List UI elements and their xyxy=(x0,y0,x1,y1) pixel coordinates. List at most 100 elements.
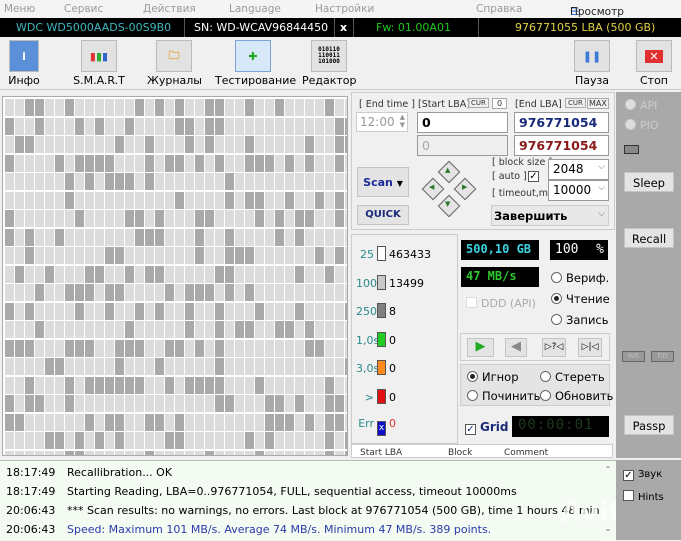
chevron-down-icon: ⌵ xyxy=(598,183,605,193)
scan-block xyxy=(325,302,334,320)
scan-block xyxy=(185,247,194,264)
legend-count: 8 xyxy=(389,305,396,318)
scan-block xyxy=(135,154,144,172)
drive-serial: SN: WD-WCAV96844450 xyxy=(194,21,329,34)
ignore-radio[interactable]: Игнор xyxy=(467,370,519,384)
scan-block xyxy=(195,210,204,227)
play-forward-button[interactable]: ▶ xyxy=(467,338,494,357)
sleep-button[interactable]: Sleep xyxy=(624,172,674,192)
passp-button[interactable]: Passp xyxy=(624,415,674,435)
menu-item[interactable]: Справка xyxy=(476,3,522,15)
scan-block xyxy=(145,395,154,412)
hints-checkbox[interactable]: Hints xyxy=(623,490,664,503)
column-header[interactable]: Start LBA xyxy=(360,448,402,457)
recall-button[interactable]: Recall xyxy=(624,228,674,248)
scan-block xyxy=(125,247,134,264)
scan-block xyxy=(115,321,124,338)
logs-button[interactable]: 🗀 Журналы xyxy=(147,40,202,87)
sound-checkbox[interactable]: ✓ Звук xyxy=(623,469,662,481)
scan-block xyxy=(155,173,164,190)
rd-indicator: RD xyxy=(651,351,674,362)
scan-block xyxy=(35,284,44,301)
scan-block xyxy=(35,321,44,338)
scan-block xyxy=(105,228,114,246)
max-button[interactable]: MAX xyxy=(587,98,609,109)
scan-block xyxy=(135,99,144,116)
scan-button[interactable]: Scan ▼ xyxy=(357,167,409,197)
refresh-radio[interactable]: Обновить xyxy=(540,389,613,403)
spinner-icon[interactable]: ▲ ▼ xyxy=(400,113,405,129)
menu-item[interactable]: Сервис xyxy=(64,3,103,15)
stop-button[interactable]: ✕ Стоп xyxy=(634,40,674,87)
pause-label: Пауза xyxy=(574,74,610,87)
drive-info-bar: WDC WD5000AADS-00S9B0 SN: WD-WCAV9684445… xyxy=(0,18,681,37)
scan-block xyxy=(325,432,334,449)
pause-button[interactable]: ❚❚ Пауза xyxy=(572,40,612,87)
scan-block xyxy=(305,210,314,227)
drive-model[interactable]: WDC WD5000AADS-00S9B0 xyxy=(16,21,171,34)
play-backward-button[interactable]: ◀ xyxy=(505,338,527,357)
scan-block xyxy=(175,395,184,412)
erase-radio[interactable]: Стереть xyxy=(540,370,605,384)
scan-block xyxy=(205,265,214,283)
scan-block xyxy=(165,376,174,394)
scan-block xyxy=(295,376,304,394)
verify-radio[interactable]: Вериф. xyxy=(551,271,609,285)
status-led xyxy=(624,145,639,154)
quick-button[interactable]: QUICK xyxy=(357,205,409,225)
scan-block xyxy=(295,99,304,116)
scan-block xyxy=(305,302,314,320)
scan-block xyxy=(295,117,304,135)
info-button[interactable]: i Инфо xyxy=(2,40,46,87)
scan-block xyxy=(165,173,174,190)
end-time-input[interactable]: 12:00 ▲ ▼ xyxy=(356,112,408,132)
scan-block xyxy=(335,191,344,209)
scan-block xyxy=(335,117,344,135)
scan-block xyxy=(35,376,44,394)
scan-block xyxy=(185,191,194,209)
scan-block xyxy=(75,413,84,431)
repair-radio[interactable]: Починить xyxy=(467,389,540,403)
column-header[interactable]: Block xyxy=(448,448,472,457)
scan-block xyxy=(125,136,134,153)
scan-block xyxy=(175,154,184,172)
start-cur-button[interactable]: CUR xyxy=(468,98,489,108)
menu-item[interactable]: Language xyxy=(229,3,281,15)
finish-action-select[interactable]: Завершить ⌵ xyxy=(491,205,609,226)
write-radio[interactable]: Запись xyxy=(551,313,609,327)
butterfly-button[interactable]: ▷|◁ xyxy=(578,338,602,357)
close-drive-button[interactable]: x xyxy=(340,21,347,34)
editor-button[interactable]: 010110 110011 101000 Редактор xyxy=(302,40,357,87)
scan-block xyxy=(155,191,164,209)
api-radio[interactable]: API xyxy=(625,99,657,112)
scan-block xyxy=(315,228,324,246)
random-seek-button[interactable]: ▷?◁ xyxy=(542,338,566,357)
scan-block xyxy=(185,99,194,116)
timeout-select[interactable]: 10000 ⌵ xyxy=(548,180,609,201)
end-lba-input[interactable]: 976771054 xyxy=(514,112,609,133)
smart-button[interactable]: ▮ ▮ ▮ S.M.A.R.T xyxy=(70,40,128,87)
scan-block xyxy=(95,413,104,431)
scan-block xyxy=(325,99,334,116)
scan-block xyxy=(5,376,14,394)
sound-label: Звук xyxy=(638,469,663,480)
auto-checkbox[interactable]: ✓ xyxy=(528,171,539,182)
menu-item[interactable]: Действия xyxy=(143,3,196,15)
block-size-select[interactable]: 2048 ⌵ xyxy=(548,159,609,180)
scan-block xyxy=(215,395,224,412)
testing-button[interactable]: ✚ Тестирование xyxy=(215,40,296,87)
scan-block xyxy=(235,136,244,153)
grid-checkbox[interactable]: ✓ Grid xyxy=(465,420,508,435)
scan-block xyxy=(25,228,34,246)
scan-block xyxy=(45,358,54,375)
column-header[interactable]: Comment xyxy=(504,448,548,457)
pio-radio[interactable]: PIO xyxy=(625,119,659,132)
start-lba-input[interactable]: 0 xyxy=(417,112,508,133)
scan-block xyxy=(105,265,114,283)
scan-block xyxy=(35,339,44,357)
menu-item[interactable]: Настройки xyxy=(315,3,374,15)
end-cur-button[interactable]: CUR xyxy=(565,98,586,108)
menu-item[interactable]: Меню xyxy=(4,3,35,15)
read-radio[interactable]: Чтение xyxy=(551,292,610,306)
scroll-up-icon[interactable]: ⌃ xyxy=(600,465,616,474)
